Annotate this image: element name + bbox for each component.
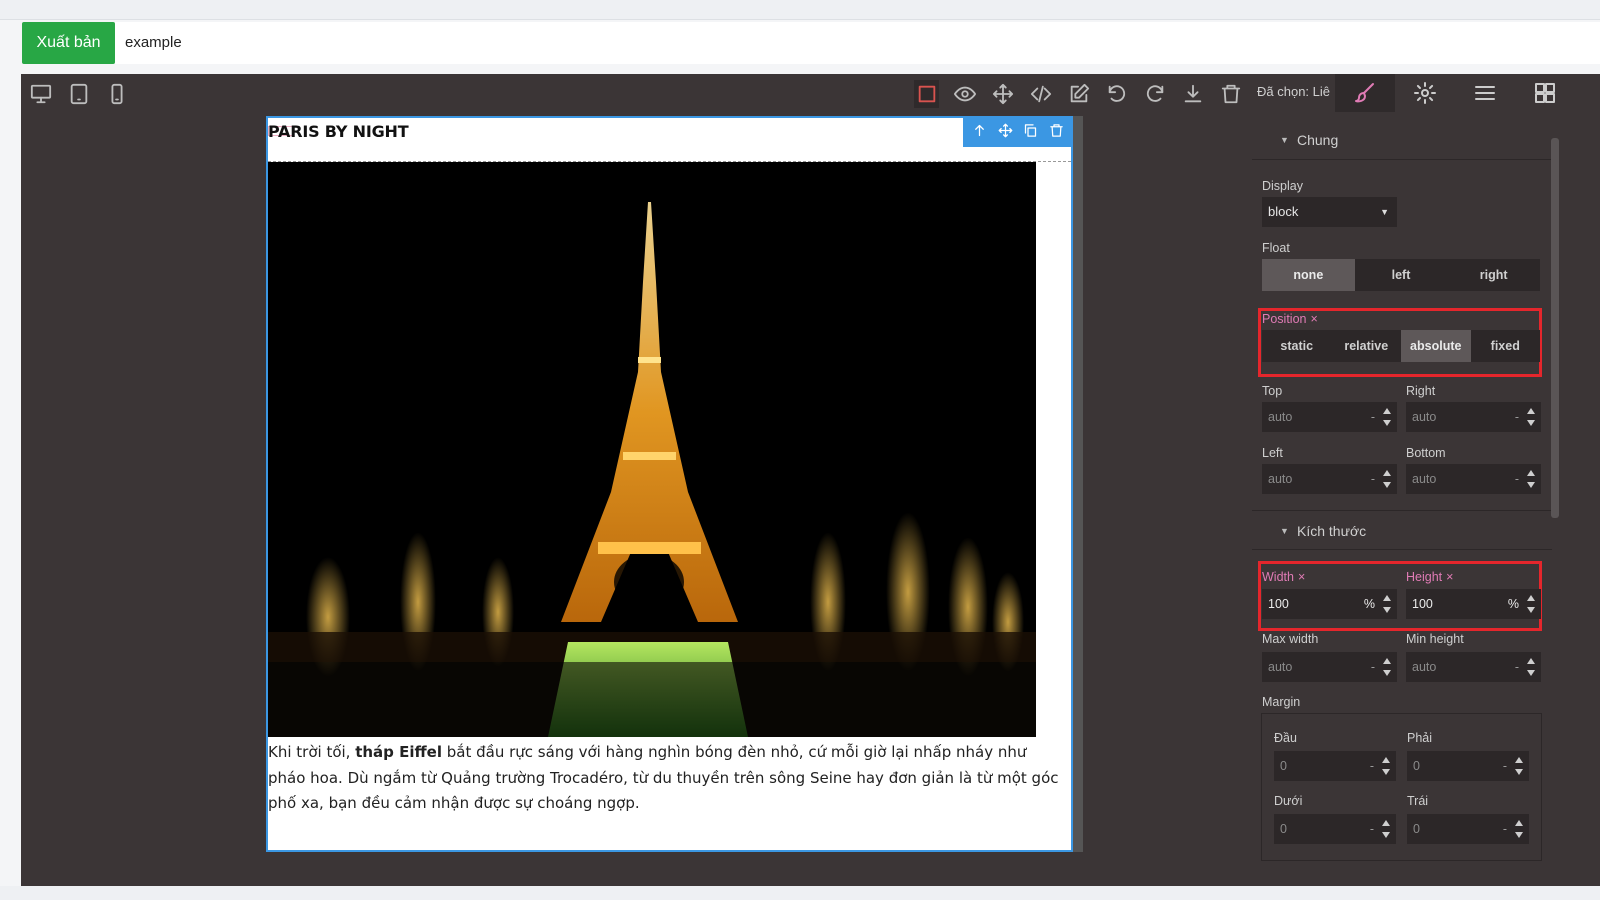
margin-top-input[interactable]: 0- — [1274, 751, 1396, 781]
close-icon[interactable]: × — [1310, 312, 1317, 326]
margin-left-label: Trái — [1407, 794, 1429, 808]
layers-icon[interactable] — [1455, 74, 1515, 112]
redo-icon[interactable] — [1142, 80, 1167, 108]
spinner-icon[interactable] — [1527, 658, 1535, 676]
selected-component-frame[interactable]: PARIS BY NIGHT Khi trời tối, tháp Eiffel… — [266, 116, 1073, 852]
mobile-icon[interactable] — [105, 82, 129, 106]
selected-info: Đã chọn: Liê — [1257, 84, 1331, 99]
float-right[interactable]: right — [1447, 259, 1540, 291]
style-manager-panel: ▼ Chung Display block ▼ Float none left ri… — [1252, 116, 1552, 886]
browser-top-strip — [0, 0, 1600, 20]
command-toolbar — [914, 80, 1243, 108]
edit-icon[interactable] — [1066, 80, 1091, 108]
spinner-icon[interactable] — [1527, 595, 1535, 613]
bottom-input[interactable]: auto - — [1406, 464, 1541, 494]
canvas-area: PARIS BY NIGHT Khi trời tối, tháp Eiffel… — [21, 116, 1251, 886]
display-label: Display — [1262, 179, 1303, 193]
margin-right-input[interactable]: 0- — [1407, 751, 1529, 781]
margin-left-input[interactable]: 0- — [1407, 814, 1529, 844]
move-icon[interactable] — [990, 80, 1015, 108]
close-icon[interactable]: × — [1446, 570, 1453, 584]
blocks-icon[interactable] — [1515, 74, 1575, 112]
left-input[interactable]: auto - — [1262, 464, 1397, 494]
spinner-icon[interactable] — [1527, 408, 1535, 426]
top-label: Top — [1262, 384, 1283, 398]
spinner-icon[interactable] — [1382, 757, 1390, 775]
download-icon[interactable] — [1180, 80, 1205, 108]
minheight-input[interactable]: auto - — [1406, 652, 1541, 682]
float-none[interactable]: none — [1262, 259, 1355, 291]
project-name-field[interactable]: example — [115, 22, 1600, 64]
width-label: Width × — [1262, 570, 1306, 584]
position-fixed[interactable]: fixed — [1471, 330, 1541, 362]
spinner-icon[interactable] — [1515, 820, 1523, 838]
bottom-label: Bottom — [1406, 446, 1446, 460]
title-block[interactable]: PARIS BY NIGHT — [268, 118, 1073, 162]
move-icon[interactable] — [998, 123, 1013, 142]
canvas-scrollbar[interactable] — [1073, 116, 1083, 852]
code-icon[interactable] — [1028, 80, 1053, 108]
position-label: Position × — [1262, 312, 1318, 326]
selected-name: Liê — [1312, 84, 1331, 99]
margin-box: Đầu 0- Phải 0- Dưới 0- Trái 0- — [1261, 713, 1542, 861]
maxwidth-label: Max width — [1262, 632, 1319, 646]
position-static[interactable]: static — [1262, 330, 1332, 362]
spinner-icon[interactable] — [1382, 820, 1390, 838]
square-outline-icon[interactable] — [914, 80, 939, 108]
editor: Đã chọn: Liê PARIS BY NIGHT Khi trời tối… — [21, 74, 1600, 886]
margin-top-label: Đầu — [1274, 731, 1297, 745]
margin-bottom-input[interactable]: 0- — [1274, 814, 1396, 844]
copy-icon[interactable] — [1023, 123, 1038, 142]
eye-icon[interactable] — [952, 80, 977, 108]
panel-tabs — [1335, 74, 1575, 112]
arrow-up-icon[interactable] — [972, 123, 987, 142]
spinner-icon[interactable] — [1383, 658, 1391, 676]
float-radio-group: none left right — [1262, 259, 1540, 291]
display-select[interactable]: block ▼ — [1262, 197, 1397, 227]
margin-label: Margin — [1262, 695, 1301, 709]
description-paragraph[interactable]: Khi trời tối, tháp Eiffel bắt đầu rực sá… — [268, 740, 1068, 817]
desktop-icon[interactable] — [29, 82, 53, 106]
close-icon[interactable]: × — [1298, 570, 1305, 584]
spinner-icon[interactable] — [1383, 595, 1391, 613]
position-absolute[interactable]: absolute — [1401, 330, 1471, 362]
brush-icon[interactable] — [1335, 74, 1395, 112]
position-radio-group: static relative absolute fixed — [1262, 330, 1540, 362]
height-input[interactable]: 100% — [1406, 589, 1541, 619]
section-general[interactable]: ▼ Chung — [1252, 120, 1552, 160]
spinner-icon[interactable] — [1527, 470, 1535, 488]
right-label: Right — [1406, 384, 1436, 398]
component-toolbar — [963, 118, 1073, 147]
height-label: Height × — [1406, 570, 1454, 584]
device-switcher — [29, 82, 129, 106]
publish-button[interactable]: Xuất bản — [22, 22, 115, 64]
left-label: Left — [1262, 446, 1283, 460]
maxwidth-input[interactable]: auto - — [1262, 652, 1397, 682]
minheight-label: Min height — [1406, 632, 1464, 646]
float-left[interactable]: left — [1355, 259, 1448, 291]
spinner-icon[interactable] — [1383, 470, 1391, 488]
top-input[interactable]: auto - — [1262, 402, 1397, 432]
section-dimension[interactable]: ▼ Kích thước — [1252, 510, 1552, 550]
position-relative[interactable]: relative — [1332, 330, 1402, 362]
undo-icon[interactable] — [1104, 80, 1129, 108]
trash-icon[interactable] — [1218, 80, 1243, 108]
spinner-icon[interactable] — [1383, 408, 1391, 426]
panel-scrollbar[interactable] — [1551, 138, 1559, 518]
width-input[interactable]: 100% — [1262, 589, 1397, 619]
trash-icon[interactable] — [1049, 123, 1064, 142]
margin-right-label: Phải — [1407, 731, 1433, 745]
float-label: Float — [1262, 241, 1290, 255]
right-input[interactable]: auto - — [1406, 402, 1541, 432]
spinner-icon[interactable] — [1515, 757, 1523, 775]
margin-bottom-label: Dưới — [1274, 794, 1303, 808]
eiffel-tower-photo[interactable] — [268, 162, 1036, 737]
gear-icon[interactable] — [1395, 74, 1455, 112]
bottom-strip — [0, 886, 1600, 900]
tablet-icon[interactable] — [67, 82, 91, 106]
page-title[interactable]: PARIS BY NIGHT — [268, 122, 409, 141]
